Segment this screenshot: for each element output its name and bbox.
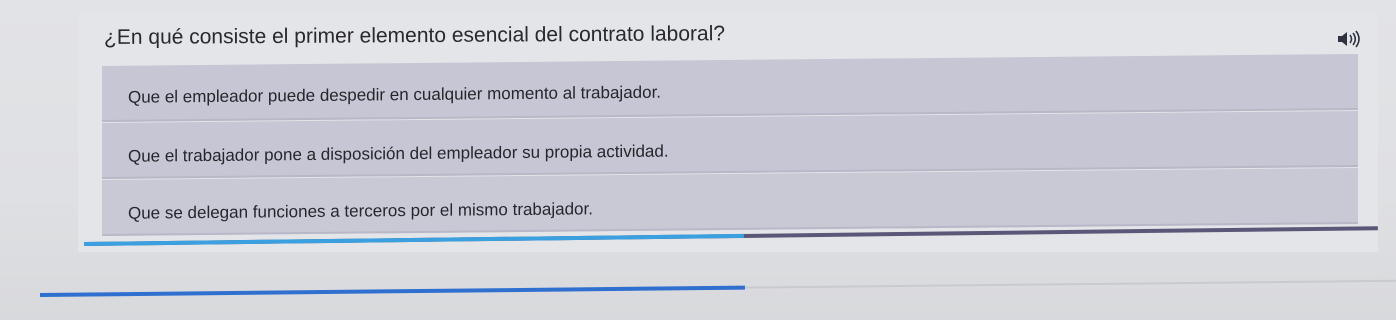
secondary-progress-bar	[39, 278, 1396, 300]
answer-option-label: Que el empleador puede despedir en cualq…	[128, 82, 662, 107]
speaker-icon	[1338, 30, 1360, 48]
secondary-progress-fill	[39, 285, 746, 297]
answer-options: Que el empleador puede despedir en cualq…	[102, 53, 1358, 236]
answer-option-label: Que se delegan funciones a terceros por …	[128, 199, 593, 223]
answer-option-label: Que el trabajador pone a disposición del…	[128, 141, 669, 166]
question-text: ¿En qué consiste el primer elemento esen…	[103, 22, 726, 49]
audio-button[interactable]	[1336, 30, 1362, 48]
